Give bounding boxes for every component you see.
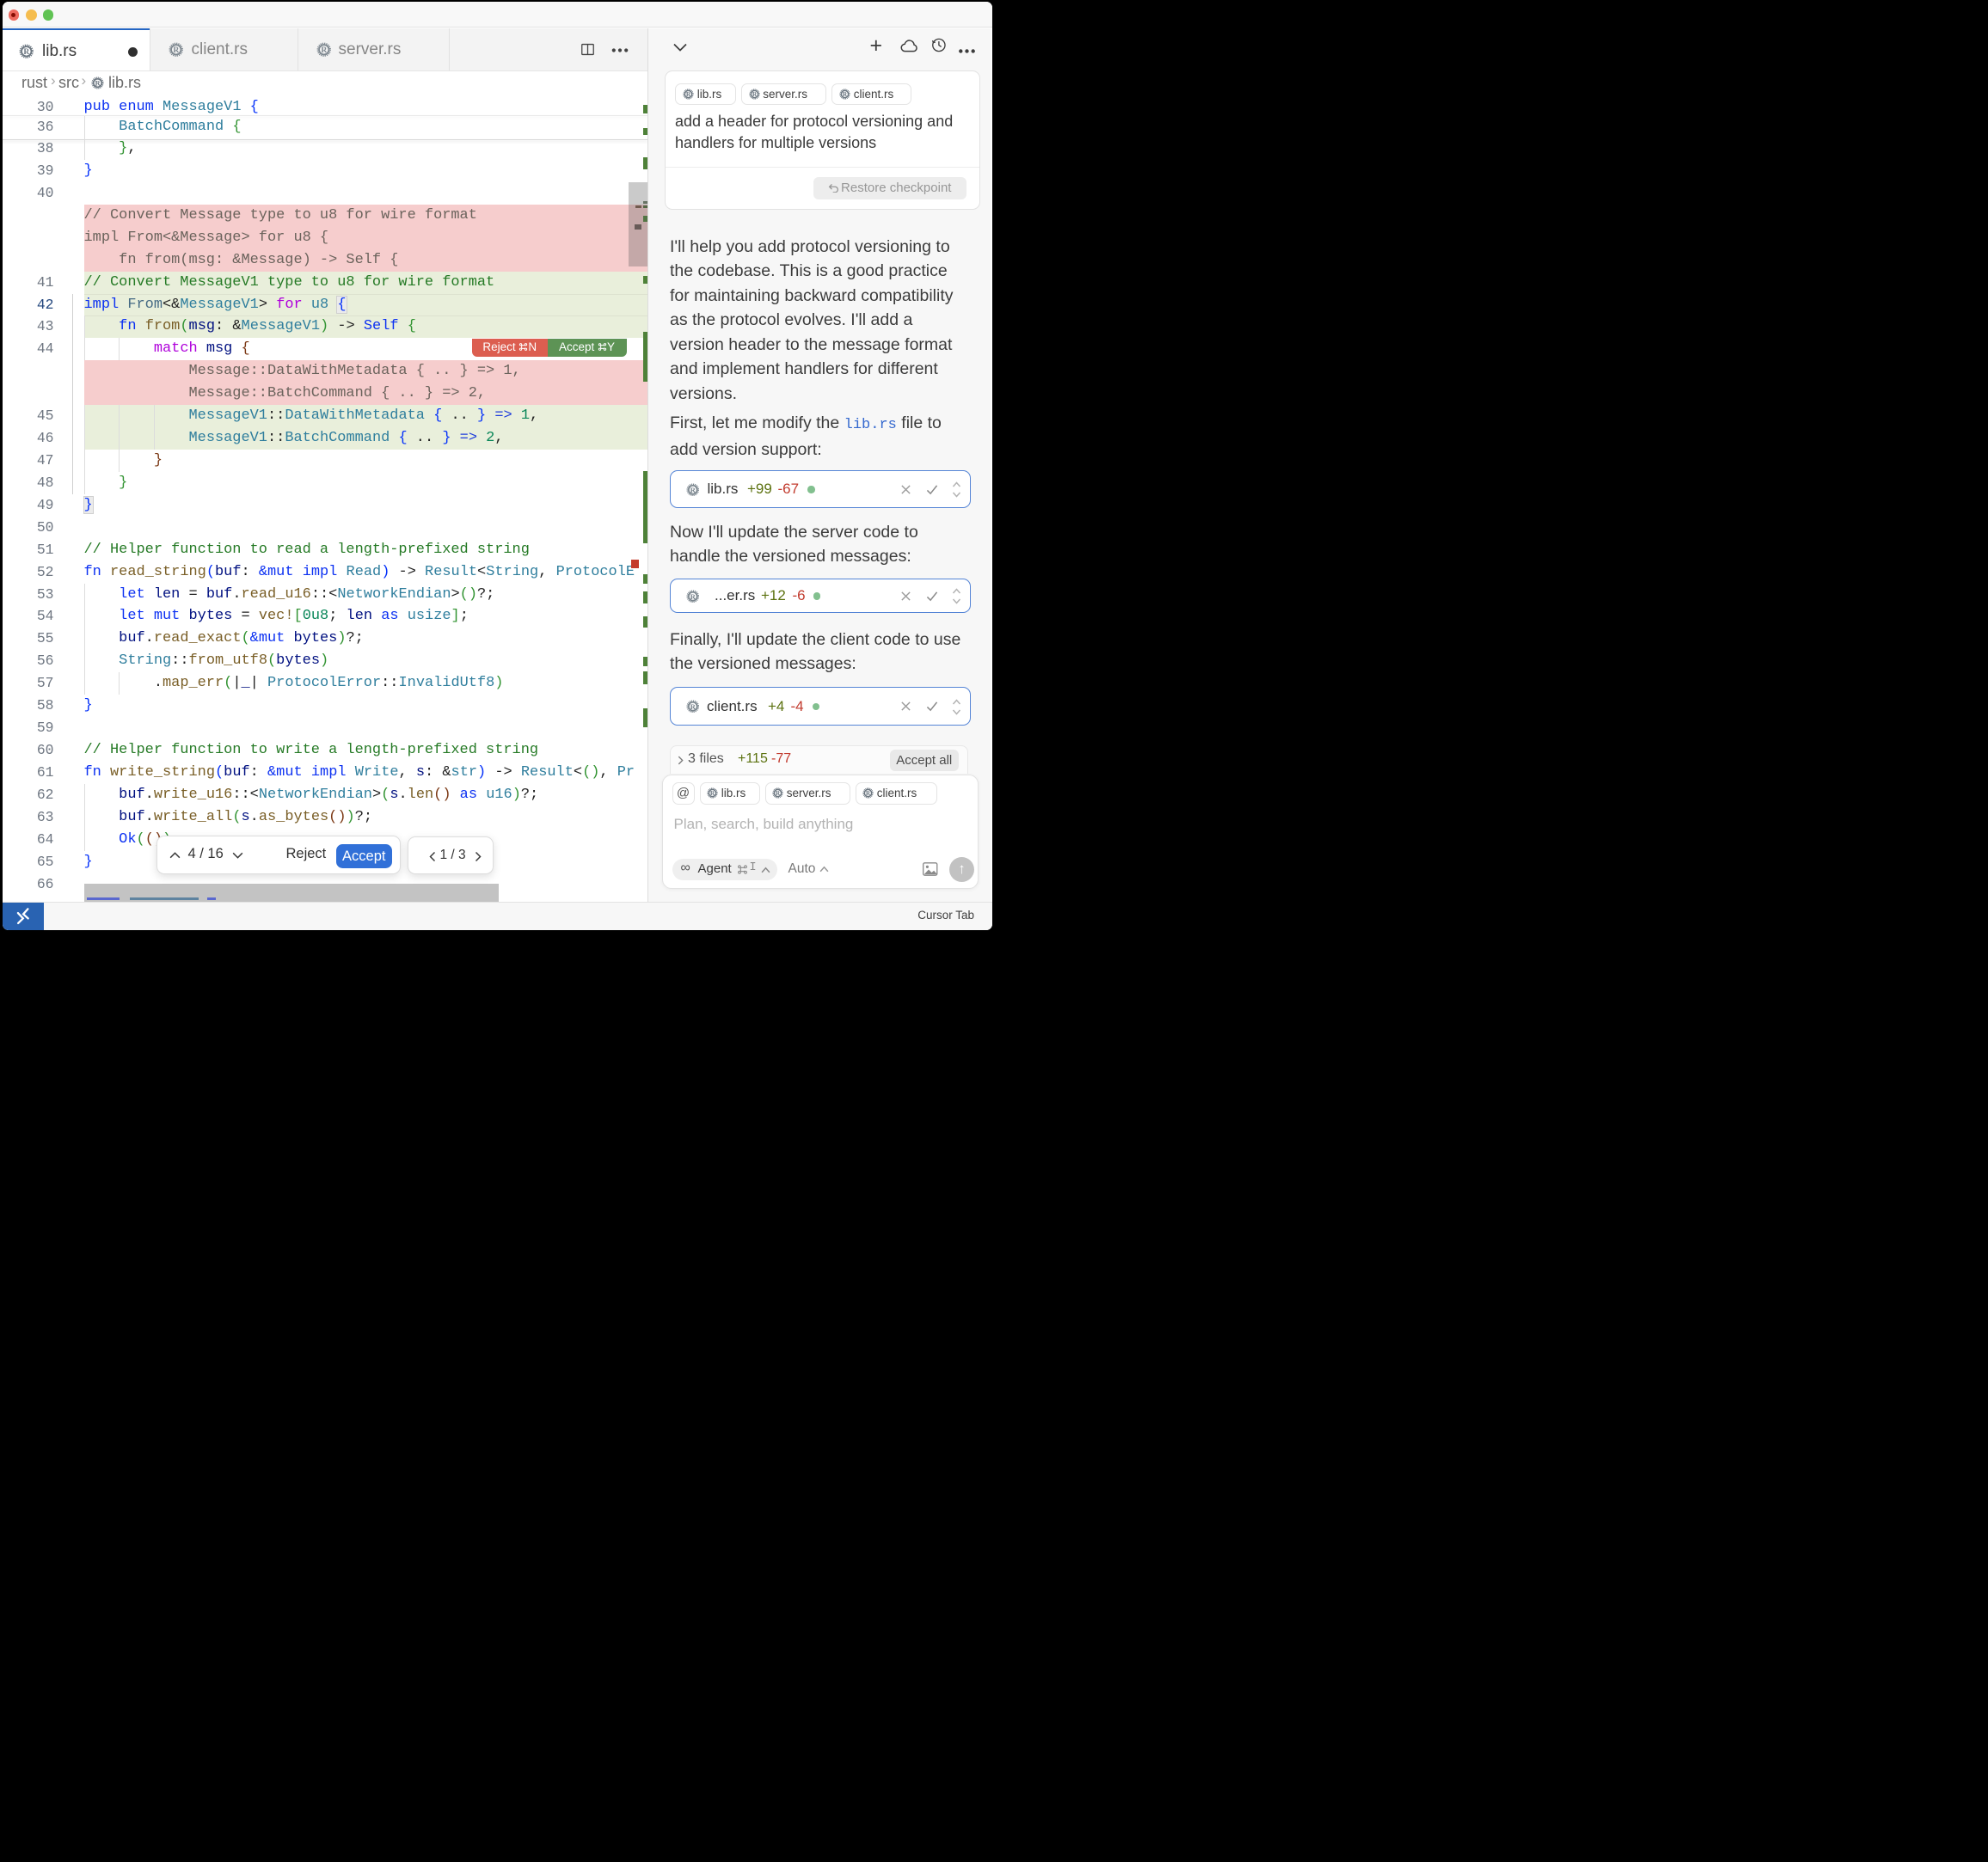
svg-text:R: R — [710, 789, 715, 797]
svg-text:R: R — [866, 789, 871, 797]
svg-text:R: R — [23, 48, 29, 57]
svg-text:R: R — [776, 789, 781, 797]
svg-text:R: R — [173, 46, 179, 55]
svg-text:R: R — [752, 90, 757, 98]
svg-text:R: R — [843, 90, 848, 98]
svg-text:R: R — [686, 90, 691, 98]
svg-text:R: R — [690, 591, 696, 600]
svg-text:R: R — [690, 702, 696, 711]
svg-text:R: R — [95, 78, 101, 87]
svg-text:R: R — [321, 46, 327, 55]
svg-text:R: R — [690, 485, 696, 493]
